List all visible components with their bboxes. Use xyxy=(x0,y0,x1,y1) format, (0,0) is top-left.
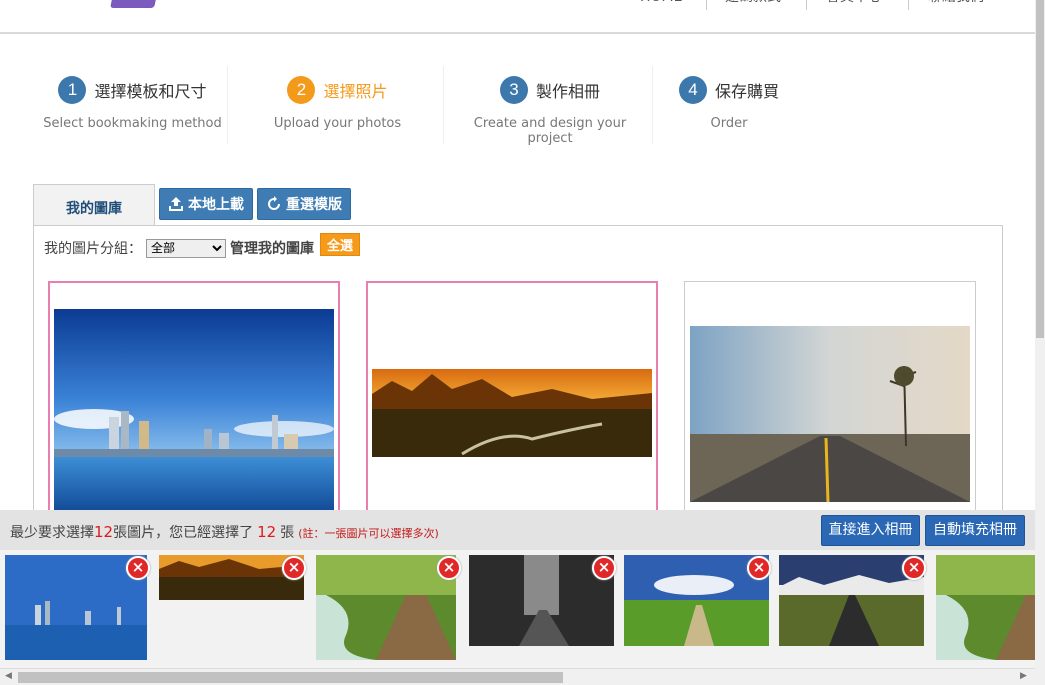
selected-count: 12 xyxy=(257,523,277,541)
remove-photo-button[interactable]: × xyxy=(592,556,616,580)
requirement-bar: 最少要求選擇 12 張圖片，您已經選擇了 12 張 (註：一張圖片可以選擇多次)… xyxy=(0,510,1035,550)
horizontal-scrollbar[interactable]: ◀ ▶ xyxy=(0,668,1035,685)
reselect-template-button[interactable]: 重選模版 xyxy=(257,188,351,220)
requirement-note: (註：一張圖片可以選擇多次) xyxy=(298,527,439,540)
gallery-toolbar: 我的圖片分組： 全部 管理我的圖庫 全選 xyxy=(44,232,361,258)
local-upload-button[interactable]: 本地上載 xyxy=(159,188,253,220)
remove-photo-button[interactable]: × xyxy=(902,556,926,580)
scrollbar-thumb[interactable] xyxy=(18,672,563,683)
scroll-left-icon[interactable]: ◀ xyxy=(5,671,12,681)
step-divider xyxy=(443,66,444,144)
group-label: 我的圖片分組： xyxy=(44,241,142,257)
foggy-road-photo xyxy=(690,326,970,502)
manage-gallery-link[interactable]: 管理我的圖庫 xyxy=(230,238,314,258)
step-1[interactable]: 1 選擇模板和尺寸 Select bookmaking method xyxy=(40,66,225,144)
step-title: 選擇照片 xyxy=(323,82,388,101)
step-subtitle: Order xyxy=(710,116,748,131)
step-divider xyxy=(227,66,228,144)
scrollbar-thumb[interactable] xyxy=(1036,0,1044,338)
local-upload-label: 本地上載 xyxy=(188,197,244,213)
nav-member[interactable]: 會員中心 xyxy=(826,0,882,9)
step-number: 1 xyxy=(58,76,87,104)
step-title: 製作相冊 xyxy=(535,82,600,101)
requirement-middle: 張圖片，您已經選擇了 xyxy=(113,525,254,541)
selected-photos-strip: × × × × × × xyxy=(0,550,1035,668)
gallery-photo-foggy-road[interactable] xyxy=(684,281,976,521)
scroll-right-icon[interactable]: ▶ xyxy=(1020,671,1027,681)
autofill-album-button[interactable]: 自動填充相冊 xyxy=(925,515,1025,546)
step-number: 3 xyxy=(499,76,528,104)
group-select[interactable]: 全部 xyxy=(146,238,226,258)
step-divider xyxy=(652,66,653,144)
gallery-photo-mountain-sunset[interactable] xyxy=(366,281,658,521)
step-2[interactable]: 2 選擇照片 Upload your photos xyxy=(245,66,430,144)
nav-separator xyxy=(806,0,807,10)
reselect-template-label: 重選模版 xyxy=(286,197,342,213)
tab-my-gallery[interactable]: 我的圖庫 xyxy=(33,184,155,226)
vertical-scrollbar[interactable] xyxy=(1035,0,1045,685)
logo[interactable] xyxy=(110,0,158,8)
refresh-icon xyxy=(268,196,280,210)
step-4[interactable]: 4 保存購買 Order xyxy=(665,66,793,144)
min-count: 12 xyxy=(94,523,114,541)
nav-styles[interactable]: 建碼款式 xyxy=(725,0,781,9)
requirement-suffix: 張 xyxy=(280,525,295,541)
remove-photo-button[interactable]: × xyxy=(437,556,461,580)
upload-icon xyxy=(169,197,183,211)
nav-contact[interactable]: 聯絡我們 xyxy=(928,0,984,9)
mountain-sunset-photo xyxy=(372,369,652,457)
step-3[interactable]: 3 製作相冊 Create and design your project xyxy=(450,66,650,146)
step-subtitle: Select bookmaking method xyxy=(43,116,222,131)
step-title: 選擇模板和尺寸 xyxy=(94,82,207,101)
step-number: 2 xyxy=(287,76,316,104)
remove-photo-button[interactable]: × xyxy=(747,556,771,580)
enter-album-button[interactable]: 直接進入相冊 xyxy=(821,515,920,546)
remove-photo-button[interactable]: × xyxy=(126,556,150,580)
select-all-button[interactable]: 全選 xyxy=(320,232,361,256)
step-number: 4 xyxy=(678,76,707,104)
thumb-forest-boardwalk[interactable] xyxy=(936,555,1035,660)
requirement-prefix: 最少要求選擇 xyxy=(10,525,94,541)
requirement-text: 最少要求選擇 12 張圖片，您已經選擇了 12 張 (註：一張圖片可以選擇多次) xyxy=(10,522,439,542)
gallery-photo-city-skyline[interactable] xyxy=(48,281,340,521)
nav-home[interactable]: HOME xyxy=(640,0,682,9)
step-title: 保存購買 xyxy=(714,82,779,101)
nav-separator xyxy=(908,0,909,10)
step-subtitle: Upload your photos xyxy=(273,116,402,131)
thumb-forest-boardwalk[interactable] xyxy=(316,555,456,660)
top-nav: HOME 建碼款式 會員中心 聯絡我們 xyxy=(0,0,1035,34)
city-skyline-photo xyxy=(54,309,334,521)
step-subtitle: Create and design your project xyxy=(473,116,627,146)
nav-separator xyxy=(706,0,707,10)
remove-photo-button[interactable]: × xyxy=(282,556,306,580)
